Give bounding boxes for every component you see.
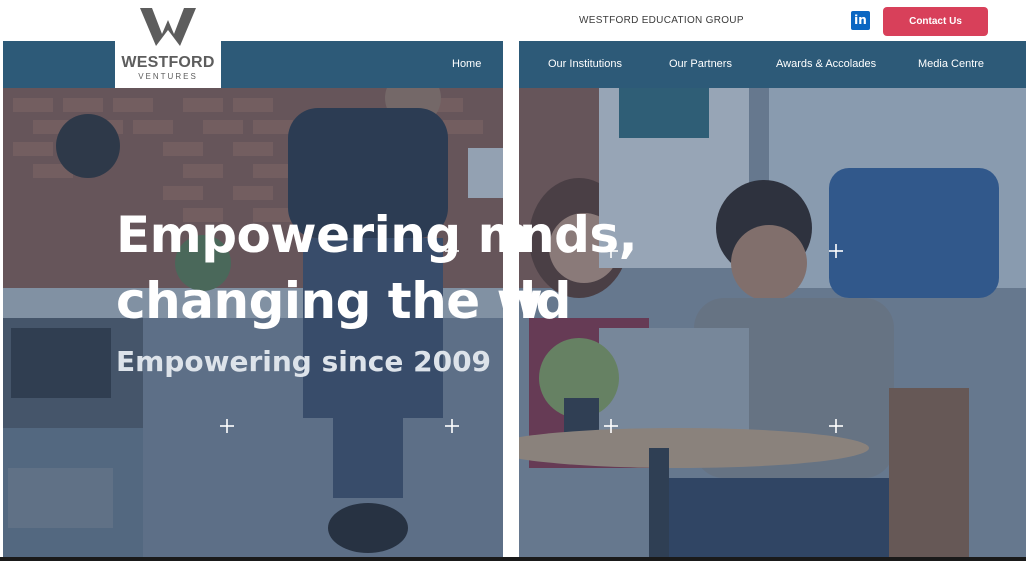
crosshair-icon — [829, 419, 843, 433]
navbar-left: Home — [3, 41, 503, 88]
navbar-right: Our Institutions Our Partners Awards & A… — [519, 41, 1026, 88]
group-name-link[interactable]: WESTFORD EDUCATION GROUP — [579, 15, 744, 26]
logo-sub: VENTURES — [138, 72, 198, 81]
hero-title-line1-right: nds, — [519, 206, 638, 264]
linkedin-icon[interactable]: in — [851, 11, 870, 30]
crosshair-icon — [445, 419, 459, 433]
bottom-edge — [0, 557, 1026, 561]
crosshair-icon — [604, 419, 618, 433]
crosshair-icon — [445, 244, 459, 258]
crosshair-icon — [829, 244, 843, 258]
hero-title-line1-left: Empowering m — [116, 206, 530, 264]
nav-home[interactable]: Home — [452, 58, 481, 70]
logo-name: WESTFORD — [121, 54, 215, 71]
nav-our-institutions[interactable]: Our Institutions — [548, 58, 622, 70]
nav-our-partners[interactable]: Our Partners — [669, 58, 732, 70]
hero-subtitle: Empowering since 2009 — [116, 345, 492, 378]
crosshair-icon — [604, 244, 618, 258]
hero-title-line2-right: ld — [519, 272, 571, 330]
nav-media-centre[interactable]: Media Centre — [918, 58, 984, 70]
contact-us-button[interactable]: Contact Us — [883, 7, 988, 36]
nav-awards-accolades[interactable]: Awards & Accolades — [776, 58, 876, 70]
hero-overlay-right — [519, 88, 1026, 557]
hero-title-line2-left: changing the w — [116, 272, 543, 330]
westford-logo-icon[interactable] — [140, 8, 196, 46]
hero-panel-right: Our Institutions Our Partners Awards & A… — [519, 41, 1026, 557]
crosshair-icon — [220, 419, 234, 433]
